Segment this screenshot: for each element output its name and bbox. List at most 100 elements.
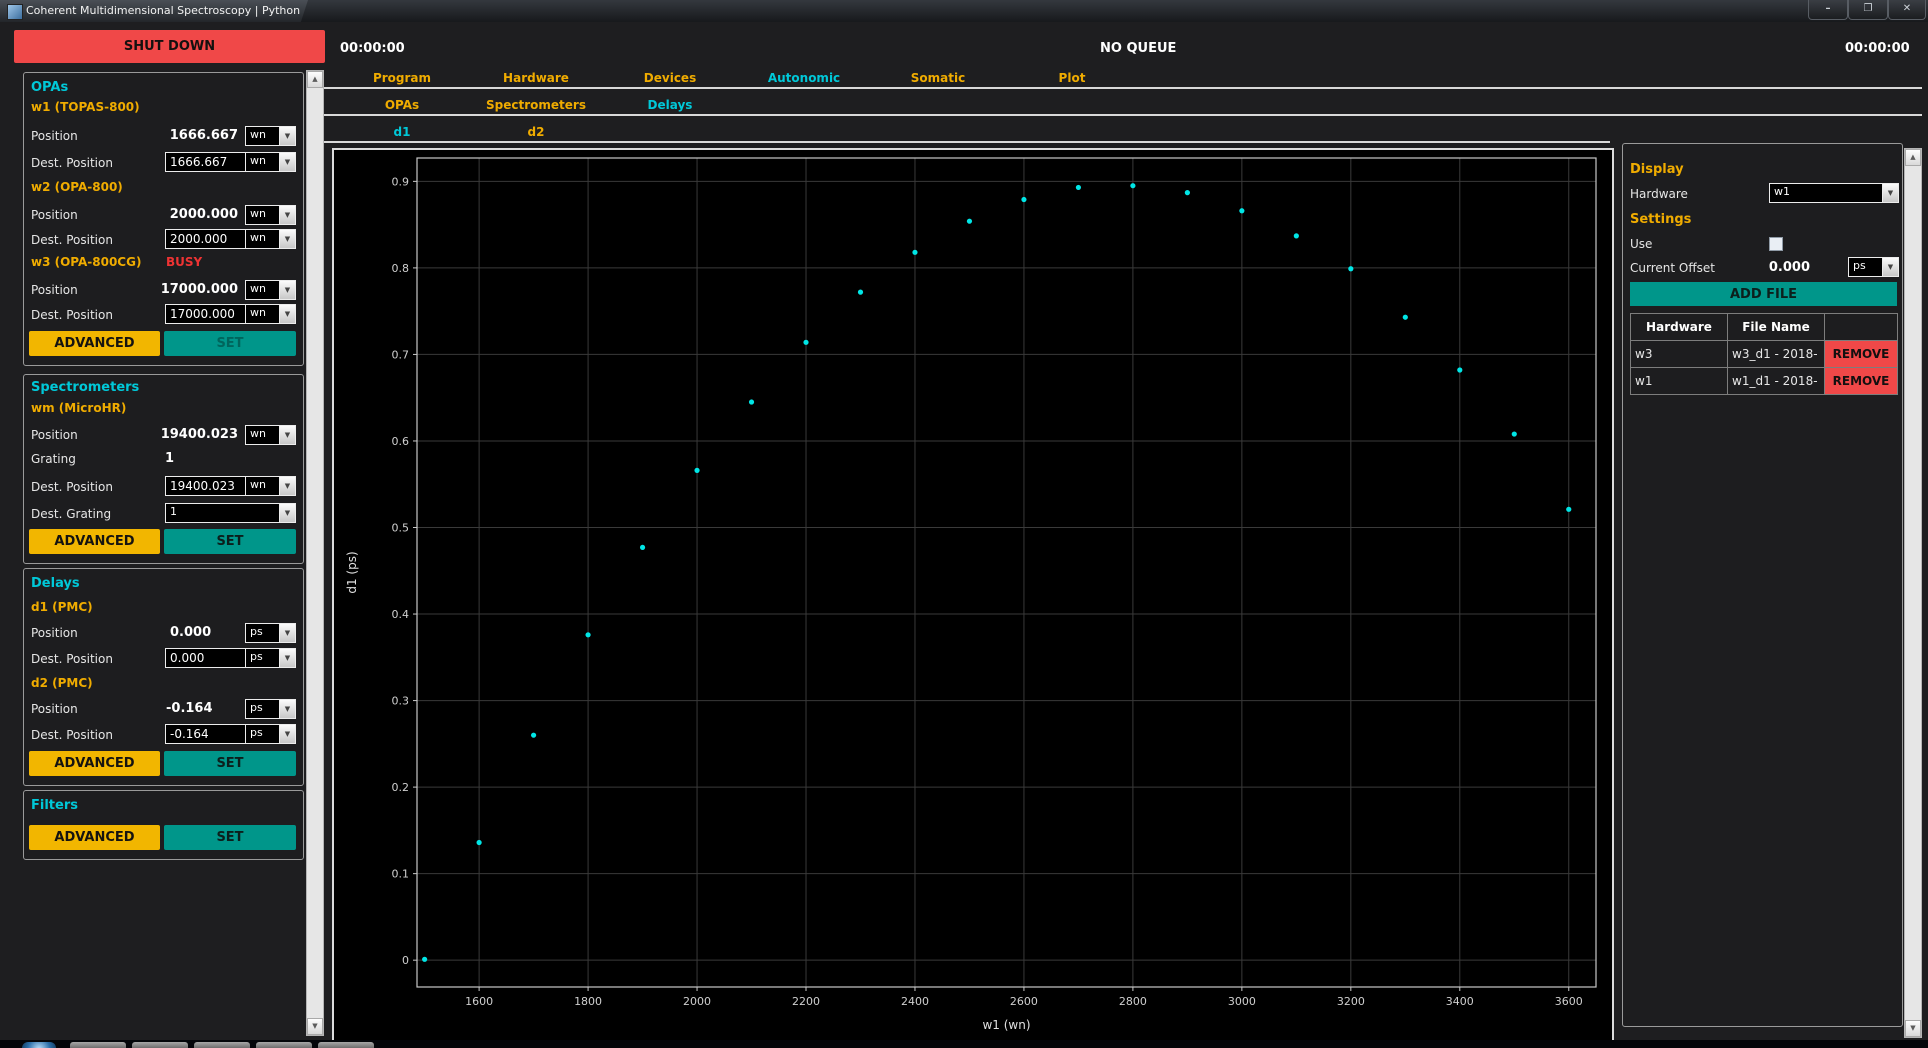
wm-dest-unit-select[interactable]: wn▼ [245, 476, 296, 496]
svg-text:0: 0 [402, 954, 409, 967]
tab-spectrometers[interactable]: Spectrometers [486, 98, 586, 112]
spectrometers-set-button[interactable]: SET [164, 529, 296, 554]
taskbar-button[interactable] [70, 1042, 126, 1048]
scroll-down-icon[interactable]: ▼ [307, 1018, 323, 1035]
remove-file-button[interactable]: REMOVE [1825, 368, 1897, 394]
tab-devices[interactable]: Devices [644, 71, 696, 85]
w3-dest-input[interactable]: 17000.000 [165, 304, 248, 324]
tab-somatic[interactable]: Somatic [911, 71, 965, 85]
file-hardware: w1 [1631, 368, 1728, 395]
w3-dest-label: Dest. Position [31, 308, 113, 322]
opas-set-button[interactable]: SET [164, 331, 296, 356]
w1-position-unit-select[interactable]: wn▼ [245, 126, 296, 146]
svg-text:d1 (ps): d1 (ps) [345, 551, 359, 593]
d2-dest-unit: ps [246, 725, 279, 743]
opas-advanced-button[interactable]: ADVANCED [29, 331, 160, 356]
wm-dest-grating-value: 1 [166, 504, 279, 522]
tab-underline-1 [312, 87, 1922, 89]
d2-dest-input[interactable]: -0.164 [165, 724, 248, 744]
svg-text:0.4: 0.4 [392, 608, 410, 621]
tab-delays[interactable]: Delays [648, 98, 693, 112]
add-file-button[interactable]: ADD FILE [1630, 282, 1897, 306]
file-name: w1_d1 - 2018- [1728, 368, 1825, 395]
app-icon [7, 4, 23, 20]
remaining-timer: 00:00:00 [1845, 41, 1910, 56]
w2-position-unit: wn [246, 206, 279, 224]
d1-position-unit: ps [246, 624, 279, 642]
w3-dest-unit-select[interactable]: wn▼ [245, 304, 296, 324]
close-button[interactable]: ✕ [1888, 0, 1926, 20]
wm-dest-grating-select[interactable]: 1▼ [165, 503, 296, 523]
taskbar-button[interactable] [132, 1042, 188, 1048]
start-button[interactable] [22, 1042, 56, 1048]
scroll-down-icon[interactable]: ▼ [1905, 1020, 1921, 1037]
d1-position-unit-select[interactable]: ps▼ [245, 623, 296, 643]
svg-text:0.3: 0.3 [392, 695, 410, 708]
d1-device-header: d1 (PMC) [31, 600, 93, 614]
chevron-down-icon: ▼ [279, 127, 295, 145]
w3-busy-badge: BUSY [166, 255, 202, 269]
delays-advanced-button[interactable]: ADVANCED [29, 751, 160, 776]
col-actions [1825, 314, 1898, 341]
spectrometers-advanced-button[interactable]: ADVANCED [29, 529, 160, 554]
wm-dest-unit: wn [246, 477, 279, 495]
right-panel-scrollbar[interactable]: ▲ ▼ [1904, 148, 1922, 1038]
taskbar-button[interactable] [318, 1042, 374, 1048]
shutdown-button[interactable]: SHUT DOWN [14, 30, 325, 63]
w3-position-unit: wn [246, 281, 279, 299]
app-window: Coherent Multidimensional Spectroscopy |… [0, 0, 1928, 1048]
taskbar-button[interactable] [256, 1042, 312, 1048]
d2-device-header: d2 (PMC) [31, 676, 93, 690]
chevron-down-icon: ▼ [279, 426, 295, 444]
tab-plot[interactable]: Plot [1059, 71, 1086, 85]
tab-hardware[interactable]: Hardware [503, 71, 569, 85]
d1-dest-input[interactable]: 0.000 [165, 648, 248, 668]
svg-text:2200: 2200 [792, 995, 820, 1008]
scroll-up-icon[interactable]: ▲ [307, 71, 323, 88]
w2-position-unit-select[interactable]: wn▼ [245, 205, 296, 225]
w2-dest-input[interactable]: 2000.000 [165, 229, 248, 249]
taskbar-button[interactable] [194, 1042, 250, 1048]
d2-dest-unit-select[interactable]: ps▼ [245, 724, 296, 744]
hardware-select[interactable]: w1▼ [1769, 183, 1899, 203]
restore-icon: ❐ [1864, 3, 1873, 14]
wm-position-unit-select[interactable]: wn▼ [245, 425, 296, 445]
tab-opas[interactable]: OPAs [385, 98, 419, 112]
svg-text:1600: 1600 [465, 995, 493, 1008]
svg-text:0.6: 0.6 [392, 435, 410, 448]
delays-section-title: Delays [31, 576, 80, 591]
svg-text:3600: 3600 [1555, 995, 1583, 1008]
wm-position-label: Position [31, 428, 78, 442]
svg-text:0.9: 0.9 [392, 175, 410, 188]
w1-dest-input[interactable]: 1666.667 [165, 152, 248, 172]
chevron-down-icon: ▼ [279, 504, 295, 522]
tab-autonomic[interactable]: Autonomic [768, 71, 840, 85]
remove-file-button[interactable]: REMOVE [1825, 341, 1897, 367]
w3-position-unit-select[interactable]: wn▼ [245, 280, 296, 300]
wm-dest-input[interactable]: 19400.023 [165, 476, 248, 496]
svg-text:3400: 3400 [1446, 995, 1474, 1008]
filters-section-title: Filters [31, 798, 78, 813]
tab-d2[interactable]: d2 [528, 125, 545, 139]
opas-section-title: OPAs [31, 80, 68, 95]
chevron-down-icon: ▼ [279, 206, 295, 224]
use-checkbox[interactable] [1769, 237, 1783, 251]
current-offset-label: Current Offset [1630, 261, 1715, 275]
w1-dest-unit-select[interactable]: wn▼ [245, 152, 296, 172]
minimize-button[interactable]: – [1808, 0, 1848, 20]
offset-unit-select[interactable]: ps▼ [1848, 257, 1899, 277]
filters-advanced-button[interactable]: ADVANCED [29, 825, 160, 850]
delays-set-button[interactable]: SET [164, 751, 296, 776]
restore-button[interactable]: ❐ [1848, 0, 1888, 20]
d1-dest-unit: ps [246, 649, 279, 667]
filters-set-button[interactable]: SET [164, 825, 296, 850]
tab-program[interactable]: Program [373, 71, 431, 85]
chevron-down-icon: ▼ [279, 477, 295, 495]
tab-d1[interactable]: d1 [394, 125, 411, 139]
d2-position-unit-select[interactable]: ps▼ [245, 699, 296, 719]
svg-text:2000: 2000 [683, 995, 711, 1008]
w2-dest-unit-select[interactable]: wn▼ [245, 229, 296, 249]
scroll-up-icon[interactable]: ▲ [1905, 149, 1921, 166]
left-panel-scrollbar[interactable]: ▲ ▼ [306, 70, 324, 1036]
d1-dest-unit-select[interactable]: ps▼ [245, 648, 296, 668]
